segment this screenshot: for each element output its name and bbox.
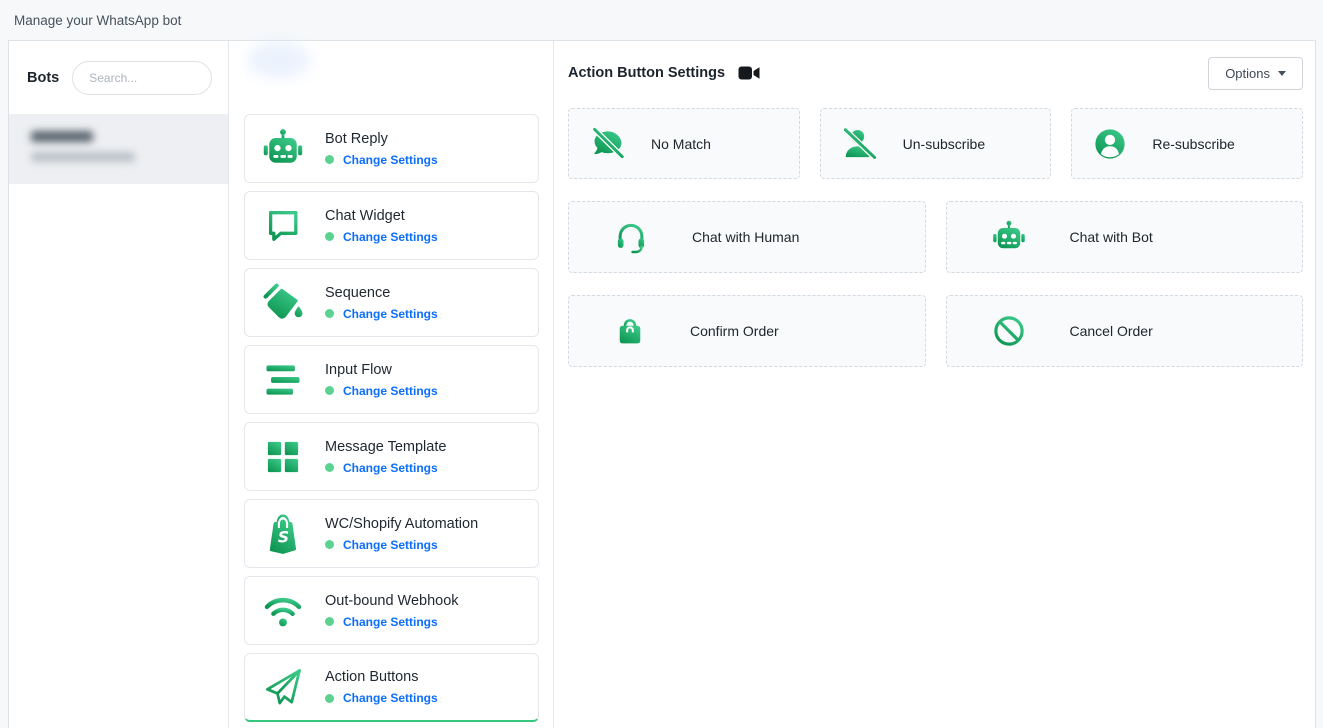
status-dot xyxy=(325,232,334,241)
change-settings-link[interactable]: Change Settings xyxy=(343,153,438,167)
shopify-bag-icon: S xyxy=(261,512,305,556)
change-settings-link[interactable]: Change Settings xyxy=(343,538,438,552)
grid-icon xyxy=(261,435,305,479)
main-panel: Bots xyxy=(8,40,1316,728)
comment-slash-icon xyxy=(589,125,627,163)
paint-bucket-icon xyxy=(261,281,305,325)
action-button-settings-panel: Action Button Settings Options xyxy=(554,41,1315,728)
feature-card-action-buttons[interactable]: Action Buttons Change Settings xyxy=(244,653,539,722)
robot-icon xyxy=(261,127,305,171)
wifi-icon xyxy=(261,589,305,633)
feature-card-outbound-webhook[interactable]: Out-bound Webhook Change Settings xyxy=(244,576,539,645)
feature-card-sequence[interactable]: Sequence Change Settings xyxy=(244,268,539,337)
action-tile-unsubscribe[interactable]: Un-subscribe xyxy=(820,108,1052,179)
feature-card-title: Action Buttons xyxy=(325,669,438,685)
feature-card-input-flow[interactable]: Input Flow Change Settings xyxy=(244,345,539,414)
feature-card-title: Out-bound Webhook xyxy=(325,593,459,609)
change-settings-link[interactable]: Change Settings xyxy=(343,384,438,398)
feature-card-title: Sequence xyxy=(325,285,438,301)
feature-card-title: WC/Shopify Automation xyxy=(325,516,478,532)
feature-card-title: Message Template xyxy=(325,439,446,455)
chat-bubble-icon xyxy=(261,204,305,248)
change-settings-link[interactable]: Change Settings xyxy=(343,307,438,321)
change-settings-link[interactable]: Change Settings xyxy=(343,691,438,705)
action-tile-chat-with-human[interactable]: Chat with Human xyxy=(568,201,926,273)
page-header: Manage your WhatsApp bot xyxy=(0,0,1323,40)
action-tile-label: Chat with Bot xyxy=(1070,229,1153,245)
feature-card-title: Input Flow xyxy=(325,362,438,378)
bars-icon xyxy=(261,358,305,402)
feature-card-message-template[interactable]: Message Template Change Settings xyxy=(244,422,539,491)
action-tile-label: Cancel Order xyxy=(1070,323,1153,339)
action-tile-label: Confirm Order xyxy=(690,323,779,339)
headset-icon xyxy=(613,219,649,255)
action-tile-label: No Match xyxy=(651,136,711,152)
status-dot xyxy=(325,309,334,318)
bot-name-redacted xyxy=(31,131,93,142)
panel-header: Action Button Settings Options xyxy=(568,41,1303,105)
sidebar-header: Bots xyxy=(9,41,228,114)
robot-icon xyxy=(991,219,1027,255)
action-tile-no-match[interactable]: No Match xyxy=(568,108,800,179)
feature-cards-column: Bot Reply Change Settings Chat Widget xyxy=(229,41,554,728)
status-dot xyxy=(325,617,334,626)
bot-phone-redacted xyxy=(31,152,135,162)
page-title: Manage your WhatsApp bot xyxy=(14,13,181,28)
action-tile-chat-with-bot[interactable]: Chat with Bot xyxy=(946,201,1304,273)
shopping-bag-icon xyxy=(613,314,647,348)
panel-title: Action Button Settings xyxy=(568,65,725,81)
feature-card-chat-widget[interactable]: Chat Widget Change Settings xyxy=(244,191,539,260)
paper-plane-icon xyxy=(261,665,305,709)
status-dot xyxy=(325,155,334,164)
action-tile-label: Re-subscribe xyxy=(1152,136,1234,152)
ban-icon xyxy=(991,313,1027,349)
change-settings-link[interactable]: Change Settings xyxy=(343,461,438,475)
video-camera-icon[interactable] xyxy=(738,65,760,81)
status-dot xyxy=(325,386,334,395)
action-tile-label: Un-subscribe xyxy=(903,136,985,152)
bot-list-item-selected[interactable] xyxy=(9,114,228,184)
status-dot xyxy=(325,694,334,703)
bots-title: Bots xyxy=(27,70,59,86)
circle-user-icon xyxy=(1092,126,1128,162)
caret-down-icon xyxy=(1278,71,1286,76)
options-button[interactable]: Options xyxy=(1208,57,1303,90)
bots-sidebar: Bots xyxy=(9,41,229,728)
action-tile-resubscribe[interactable]: Re-subscribe xyxy=(1071,108,1303,179)
feature-card-title: Chat Widget xyxy=(325,208,438,224)
change-settings-link[interactable]: Change Settings xyxy=(343,230,438,244)
action-tile-confirm-order[interactable]: Confirm Order xyxy=(568,295,926,367)
options-label: Options xyxy=(1225,66,1270,81)
action-tile-label: Chat with Human xyxy=(692,229,799,245)
search-input[interactable] xyxy=(72,61,212,95)
change-settings-link[interactable]: Change Settings xyxy=(343,615,438,629)
feature-card-title: Bot Reply xyxy=(325,131,438,147)
status-dot xyxy=(325,463,334,472)
status-dot xyxy=(325,540,334,549)
action-tile-cancel-order[interactable]: Cancel Order xyxy=(946,295,1304,367)
user-slash-icon xyxy=(841,125,879,163)
svg-text:S: S xyxy=(278,528,289,546)
feature-card-wc-shopify[interactable]: S WC/Shopify Automation Change Settings xyxy=(244,499,539,568)
feature-card-bot-reply[interactable]: Bot Reply Change Settings xyxy=(244,114,539,183)
